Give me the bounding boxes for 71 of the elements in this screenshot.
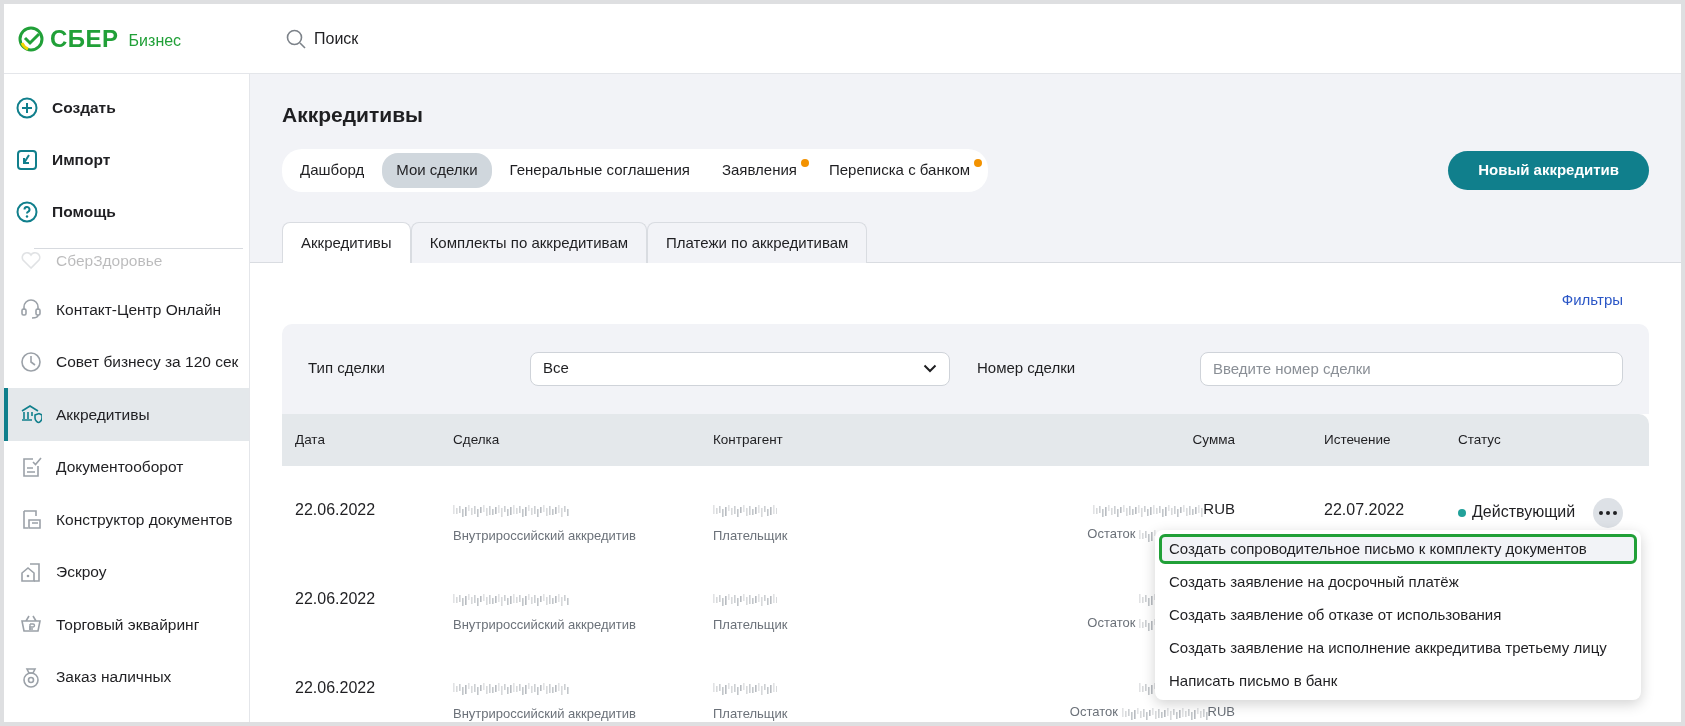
headset-icon [20, 298, 42, 321]
sidebar-action[interactable]: Импорт [4, 134, 249, 186]
table-cell-text: Плательщик [713, 705, 789, 722]
column-header: Сумма [1191, 430, 1235, 449]
table-cell-text: Внутрироссийский аккредитив [453, 705, 637, 722]
new-letter-of-credit-button[interactable]: Новый аккредитив [1448, 151, 1649, 190]
filter-label: Тип сделки [308, 358, 386, 379]
table-cell-text: Плательщик [713, 527, 789, 546]
table-cell-text: 22.06.2022 [295, 588, 377, 609]
filter-label: Номер сделки [977, 358, 1077, 379]
sidebar-item[interactable]: Эскроу [4, 545, 249, 598]
table-cell-text: Внутрироссийский аккредитив [453, 527, 637, 546]
table-cell: Остаток [1087, 615, 1136, 631]
filters-link[interactable]: Фильтры [1561, 289, 1623, 312]
section-tab[interactable]: Мои сделки [382, 153, 492, 188]
tab[interactable]: Комплекты по аккредитивам [410, 221, 648, 264]
sidebar-item[interactable]: Торговый эквайринг [4, 598, 249, 651]
sidebar-item[interactable]: Конструктор документов [4, 493, 249, 546]
search-field[interactable]: Поиск [286, 26, 359, 51]
table-cell: 22.07.2022 [1324, 500, 1405, 518]
chevron-down-icon [923, 364, 937, 374]
clock-icon [20, 350, 42, 373]
status-label: Действующий [1472, 502, 1576, 520]
tab[interactable]: Аккредитивы [282, 221, 411, 264]
deal-number-field[interactable]: Введите номер сделки [1200, 351, 1623, 386]
logo-subtitle: Бизнес [128, 30, 182, 51]
table-cell-text: Плательщик [713, 616, 789, 635]
sidebar-item[interactable]: Аккредитивы [4, 388, 249, 441]
obscured-value [713, 502, 777, 517]
house-document-icon [20, 560, 42, 583]
more-icon [1599, 510, 1618, 515]
sidebar-action[interactable]: Создать [4, 82, 249, 134]
section-tab[interactable]: Заявления [707, 153, 811, 188]
section-tab[interactable]: Переписка с банком [814, 153, 985, 188]
table-cell: Остаток [1069, 704, 1118, 720]
plus-icon [16, 97, 38, 119]
more-button[interactable] [1593, 497, 1624, 528]
import-icon [16, 149, 38, 171]
help-icon [16, 201, 38, 223]
heart-icon [20, 249, 42, 271]
sidebar-item[interactable]: Документооборот [4, 440, 249, 493]
search-icon [286, 28, 306, 49]
column-header: Истечение [1324, 430, 1392, 449]
column-header: Дата [295, 430, 326, 449]
column-header: Статус [1458, 430, 1502, 449]
section-tab[interactable]: Генеральные соглашения [495, 153, 704, 188]
sidebar-action[interactable]: Помощь [4, 186, 249, 238]
obscured-value [713, 680, 777, 695]
tab[interactable]: Платежи по аккредитивам [647, 221, 868, 264]
menu-item[interactable]: Создать сопроводительное письмо к комплекту документов [1159, 534, 1637, 564]
table-cell-text: Внутрироссийский аккредитив [453, 616, 637, 635]
logo-icon [18, 25, 44, 52]
page-title: Аккредитивы [282, 102, 424, 128]
document-check-icon [20, 455, 42, 478]
sidebar-item[interactable]: Заказ наличных [4, 650, 249, 703]
column-header: Сделка [453, 430, 501, 449]
table-cell: RUB [1207, 704, 1235, 720]
money-bag-icon [20, 665, 42, 688]
sidebar-item[interactable]: Контакт-Центр Онлайн [4, 283, 249, 336]
logo-text: СБЕР [50, 23, 119, 54]
table-cell-text: 22.06.2022 [295, 499, 377, 520]
sidebar-item[interactable]: Совет бизнесу за 120 сек [4, 335, 249, 388]
table-cell: RUB [1203, 499, 1235, 517]
document-icon [20, 508, 42, 531]
section-tab[interactable]: Дашборд [286, 153, 379, 188]
column-header: Контрагент [713, 430, 784, 449]
bank-shield-icon [20, 403, 42, 426]
table-cell: Остаток [1087, 526, 1136, 542]
table-cell-text: 22.06.2022 [295, 677, 377, 698]
obscured-value [713, 591, 777, 606]
deal-type-select[interactable]: Все [530, 351, 950, 386]
